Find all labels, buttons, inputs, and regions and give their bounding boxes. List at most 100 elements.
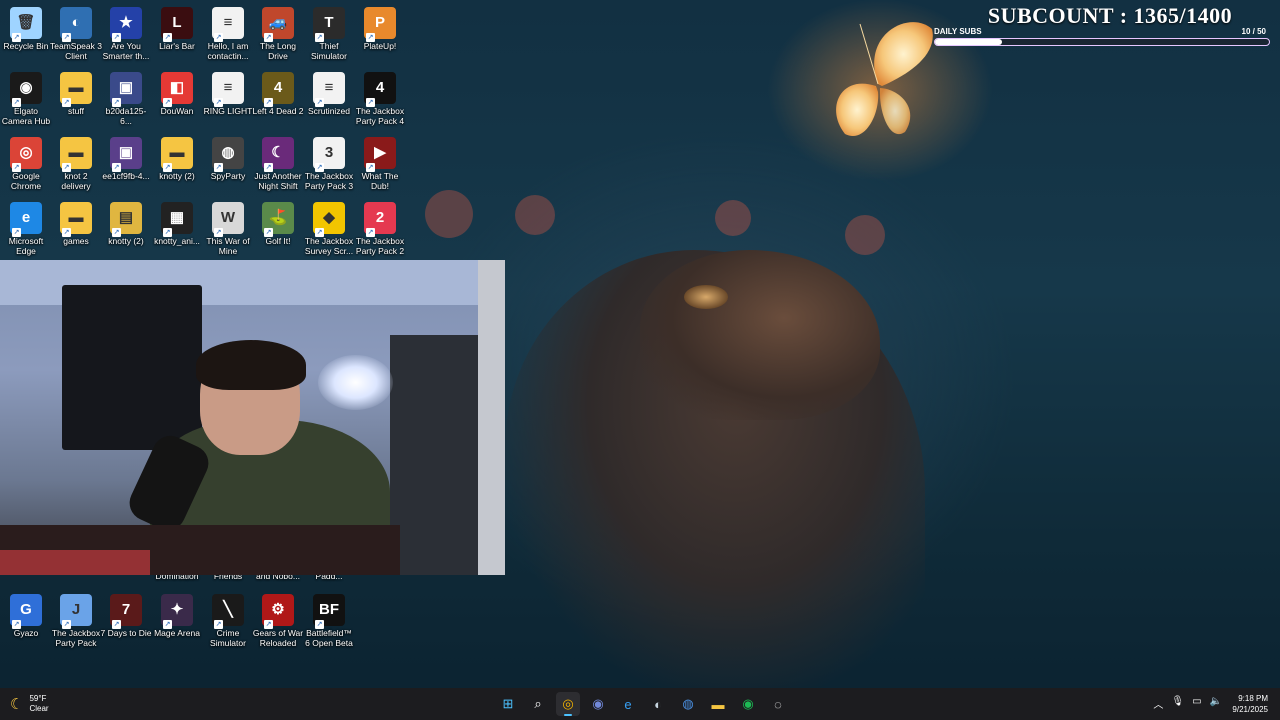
taskbar-clock[interactable]: 9:18 PM 9/21/2025 bbox=[1232, 693, 1268, 715]
desktop-icon[interactable]: ▣ ↗ ee1cf9fb-4... bbox=[100, 133, 152, 181]
desktop-icon[interactable]: ⚙ ↗ Gears of War Reloaded bbox=[252, 590, 304, 648]
desktop-icon[interactable]: e ↗ Microsoft Edge bbox=[0, 198, 52, 256]
taskbar-spotify[interactable]: ◉ bbox=[736, 692, 760, 716]
desktop-icon-label: The Jackbox Party Pack 2 bbox=[355, 236, 405, 256]
desktop-icon[interactable]: ☾ ↗ Just Another Night Shift bbox=[252, 133, 304, 191]
shortcut-arrow-icon: ↗ bbox=[62, 98, 71, 107]
desktop-icon-label: This War of Mine bbox=[206, 236, 250, 256]
desktop-icon[interactable]: J ↗ The Jackbox Party Pack bbox=[50, 590, 102, 648]
taskbar-app-icon: ◍ bbox=[682, 696, 694, 711]
desktop-icon-label: knotty (2) bbox=[108, 236, 144, 246]
speaker-icon[interactable]: 🔈 bbox=[1210, 696, 1222, 711]
desktop-icon-label: Crime Simulator bbox=[210, 628, 246, 648]
desktop-icon[interactable]: 2 ↗ The Jackbox Party Pack 2 bbox=[354, 198, 406, 256]
shortcut-arrow-icon: ↗ bbox=[366, 98, 375, 107]
shortcut-arrow-icon: ↗ bbox=[315, 620, 324, 629]
desktop-icon[interactable]: ★ ↗ Are You Smarter th... bbox=[100, 3, 152, 61]
desktop-icon-label: Left 4 Dead 2 bbox=[252, 106, 304, 116]
shortcut-arrow-icon: ↗ bbox=[112, 98, 121, 107]
taskbar-file-explorer[interactable]: ▬ bbox=[706, 692, 730, 716]
shortcut-arrow-icon: ↗ bbox=[366, 163, 375, 172]
wallpaper-bokeh bbox=[425, 190, 473, 238]
shortcut-arrow-icon: ↗ bbox=[214, 163, 223, 172]
desktop-icon[interactable]: ⛳ ↗ Golf It! bbox=[252, 198, 304, 246]
taskbar-chrome[interactable]: ◎ bbox=[556, 692, 580, 716]
desktop-icon-label: Thief Simulator bbox=[311, 41, 347, 61]
desktop-icon-label: The Jackbox Party Pack 4 bbox=[355, 106, 405, 126]
desktop-icon-label: Scrutinized bbox=[307, 106, 351, 116]
clock-time: 9:18 PM bbox=[1238, 694, 1268, 703]
shortcut-arrow-icon: ↗ bbox=[12, 163, 21, 172]
desktop-icon[interactable]: ✦ ↗ Mage Arena bbox=[151, 590, 203, 638]
desktop-icon[interactable]: ◧ ↗ DouWan bbox=[151, 68, 203, 116]
desktop-icon[interactable]: ╲ ↗ Crime Simulator bbox=[202, 590, 254, 648]
desktop-icon-label: Microsoft Edge bbox=[8, 236, 44, 256]
desktop-icon[interactable]: ◍ ↗ SpyParty bbox=[202, 133, 254, 181]
start-icon: ⊞ bbox=[502, 696, 514, 711]
taskbar-streaming-app-icon: ◌ bbox=[774, 696, 782, 712]
weather-temperature: 59°F bbox=[29, 694, 47, 703]
desktop-icon[interactable]: 🚙 ↗ The Long Drive bbox=[252, 3, 304, 61]
shortcut-arrow-icon: ↗ bbox=[112, 163, 121, 172]
desktop-icon[interactable]: T ↗ Thief Simulator bbox=[303, 3, 355, 61]
desktop-icon-label: Gears of War Reloaded bbox=[252, 628, 304, 648]
desktop-icon[interactable]: ≡ ↗ Scrutinized bbox=[303, 68, 355, 116]
desktop-icon[interactable]: ▬ ↗ knot 2 delivery bbox=[50, 133, 102, 191]
desktop-icon[interactable]: ◉ ↗ Elgato Camera Hub bbox=[0, 68, 52, 126]
shortcut-arrow-icon: ↗ bbox=[315, 33, 324, 42]
wallpaper-bokeh bbox=[845, 215, 885, 255]
network-icon[interactable]: ▭ bbox=[1192, 696, 1201, 711]
shortcut-arrow-icon: ↗ bbox=[112, 33, 121, 42]
webcam-keyboard bbox=[0, 550, 150, 575]
shortcut-arrow-icon: ↗ bbox=[62, 620, 71, 629]
taskbar-app[interactable]: ◍ bbox=[676, 692, 700, 716]
desktop-icon[interactable]: ▬ ↗ knotty (2) bbox=[151, 133, 203, 181]
wallpaper-cat-head bbox=[640, 250, 880, 420]
shortcut-arrow-icon: ↗ bbox=[163, 620, 172, 629]
desktop-icon[interactable]: 🗑 ↗ Recycle Bin bbox=[0, 3, 52, 51]
desktop-icon[interactable]: 7 ↗ 7 Days to Die bbox=[100, 590, 152, 638]
clock-date: 9/21/2025 bbox=[1232, 705, 1268, 714]
desktop-icon[interactable]: G ↗ Gyazo bbox=[0, 590, 52, 638]
shortcut-arrow-icon: ↗ bbox=[214, 620, 223, 629]
desktop-icon[interactable]: ◐ ↗ TeamSpeak 3 Client bbox=[50, 3, 102, 61]
desktop-icon[interactable]: 4 ↗ Left 4 Dead 2 bbox=[252, 68, 304, 116]
desktop-icon-label: Mage Arena bbox=[154, 628, 200, 638]
taskbar-streaming-app[interactable]: ◌ bbox=[766, 692, 790, 716]
chevron-up-icon[interactable]: ︿ bbox=[1153, 696, 1163, 711]
desktop-icon-label: The Long Drive bbox=[260, 41, 296, 61]
wallpaper-bokeh bbox=[715, 200, 751, 236]
microphone-icon[interactable]: 🎙 bbox=[1171, 696, 1184, 711]
taskbar-discord[interactable]: ◉ bbox=[586, 692, 610, 716]
shortcut-arrow-icon: ↗ bbox=[12, 98, 21, 107]
desktop-icon[interactable]: ▣ ↗ b20da125-6... bbox=[100, 68, 152, 126]
desktop-icon[interactable]: ◆ ↗ The Jackbox Survey Scr... bbox=[303, 198, 355, 256]
taskbar: ☾ 59°F Clear ⊞ ⌕ ◎ ◉ e ◐ ◍ ▬ ◉ ◌ ︿ 🎙 ▭ 🔈 9:18 PM … bbox=[0, 688, 1280, 720]
desktop-icon[interactable]: P ↗ PlateUp! bbox=[354, 3, 406, 51]
desktop-icon[interactable]: ◎ ↗ Google Chrome bbox=[0, 133, 52, 191]
start-button[interactable]: ⊞ bbox=[496, 692, 520, 716]
desktop-icon[interactable]: L ↗ Liar's Bar bbox=[151, 3, 203, 51]
search-button[interactable]: ⌕ bbox=[526, 692, 550, 716]
desktop-icon-label: b20da125-6... bbox=[105, 106, 147, 126]
desktop-icon[interactable]: ▤ ↗ knotty (2) bbox=[100, 198, 152, 246]
taskbar-edge[interactable]: e bbox=[616, 692, 640, 716]
taskbar-steam[interactable]: ◐ bbox=[646, 692, 670, 716]
weather-widget[interactable]: ☾ 59°F Clear bbox=[10, 694, 49, 714]
desktop-icon[interactable]: ▬ ↗ games bbox=[50, 198, 102, 246]
desktop-icon[interactable]: ≡ ↗ Hello, I am contactin... bbox=[202, 3, 254, 61]
desktop-icon[interactable]: ▦ ↗ knotty_ani... bbox=[151, 198, 203, 246]
desktop-icon[interactable]: 4 ↗ The Jackbox Party Pack 4 bbox=[354, 68, 406, 126]
desktop-icon[interactable]: ≡ ↗ RING LIGHT bbox=[202, 68, 254, 116]
weather-condition: Clear bbox=[29, 704, 49, 713]
desktop-icon-label: Gyazo bbox=[13, 628, 39, 638]
desktop-icon[interactable]: ▶ ↗ What The Dub! bbox=[354, 133, 406, 191]
desktop-icon[interactable]: BF ↗ Battlefield™ 6 Open Beta bbox=[303, 590, 355, 648]
desktop-icon-label: What The Dub! bbox=[361, 171, 399, 191]
desktop-icon[interactable]: 3 ↗ The Jackbox Party Pack 3 bbox=[303, 133, 355, 191]
moon-icon: ☾ bbox=[10, 696, 24, 713]
desktop-icon[interactable]: W ↗ This War of Mine bbox=[202, 198, 254, 256]
desktop-icon[interactable]: ▬ ↗ stuff bbox=[50, 68, 102, 116]
desktop-icon-label: The Jackbox Party Pack 3 bbox=[304, 171, 354, 191]
taskbar-spotify-icon: ◉ bbox=[742, 696, 754, 711]
